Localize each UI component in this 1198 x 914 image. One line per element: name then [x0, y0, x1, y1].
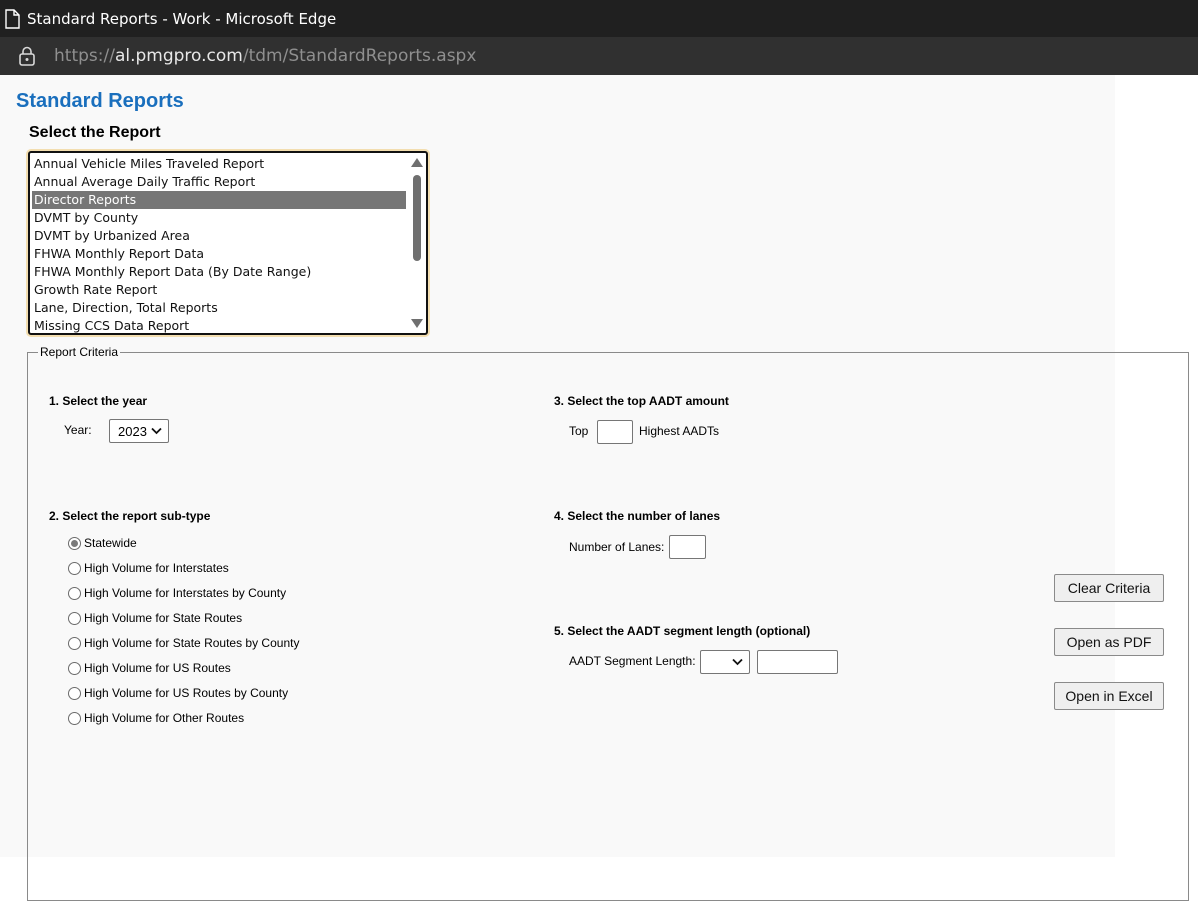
subtype-option-label: High Volume for Interstates by County — [84, 586, 287, 600]
lanes-label: Number of Lanes: — [569, 540, 665, 554]
segment-label: AADT Segment Length: — [569, 654, 696, 668]
top-aadt-prefix: Top — [569, 424, 589, 438]
address-bar[interactable]: https://al.pmgpro.com/tdm/StandardReport… — [0, 37, 1198, 75]
clear-criteria-button[interactable]: Clear Criteria — [1054, 574, 1164, 602]
scroll-down-arrow-icon[interactable] — [411, 319, 423, 328]
year-heading: 1. Select the year — [49, 394, 148, 408]
report-option[interactable]: Annual Average Daily Traffic Report — [32, 173, 406, 191]
lock-icon[interactable] — [18, 46, 36, 66]
page-title: Standard Reports — [16, 90, 184, 112]
subtype-option-label: High Volume for State Routes by County — [84, 636, 300, 650]
subtype-radio-us-routes-county[interactable]: High Volume for US Routes by County — [68, 686, 288, 700]
listbox-scrollbar[interactable] — [410, 155, 424, 331]
window-title: Standard Reports - Work - Microsoft Edge — [27, 9, 337, 28]
report-option[interactable]: DVMT by County — [32, 209, 406, 227]
report-criteria-legend: Report Criteria — [40, 345, 119, 359]
select-report-heading: Select the Report — [29, 124, 161, 141]
subtype-radio-interstates[interactable]: High Volume for Interstates — [68, 561, 229, 575]
subtype-radio-statewide[interactable]: Statewide — [68, 536, 137, 550]
top-aadt-input[interactable] — [597, 420, 633, 444]
report-option[interactable]: DVMT by Urbanized Area — [32, 227, 406, 245]
url-host: al.pmgpro.com — [114, 46, 243, 66]
top-aadt-suffix: Highest AADTs — [639, 424, 720, 438]
subtype-option-label: High Volume for US Routes by County — [84, 686, 289, 700]
lanes-input[interactable] — [669, 535, 706, 559]
url-scheme: https:// — [54, 46, 115, 66]
subtype-radio-state-routes[interactable]: High Volume for State Routes — [68, 611, 242, 625]
scroll-up-arrow-icon[interactable] — [411, 158, 423, 167]
subtype-radio-state-routes-county[interactable]: High Volume for State Routes by County — [68, 636, 299, 650]
subtype-radio-other-routes[interactable]: High Volume for Other Routes — [68, 711, 244, 725]
report-option[interactable]: FHWA Monthly Report Data — [32, 245, 406, 263]
report-option[interactable]: Annual Vehicle Miles Traveled Report — [32, 155, 406, 173]
subtype-radio-interstates-county[interactable]: High Volume for Interstates by County — [68, 586, 286, 600]
report-option[interactable]: Lane, Direction, Total Reports — [32, 299, 406, 317]
open-excel-button[interactable]: Open in Excel — [1054, 682, 1164, 710]
radio-button[interactable] — [68, 711, 81, 725]
segment-operator-select[interactable] — [700, 650, 750, 674]
page-content: Standard Reports Select the Report Annua… — [0, 75, 1198, 914]
page-icon — [4, 8, 20, 29]
chevron-down-icon — [151, 427, 162, 435]
radio-button-checked[interactable] — [68, 536, 81, 550]
top-aadt-heading: 3. Select the top AADT amount — [554, 394, 729, 408]
subtype-option-label: High Volume for Interstates — [84, 561, 229, 575]
url-path: /tdm/StandardReports.aspx — [242, 46, 477, 66]
open-pdf-button[interactable]: Open as PDF — [1054, 628, 1164, 656]
subtype-radio-us-routes[interactable]: High Volume for US Routes — [68, 661, 231, 675]
subtype-option-label: Statewide — [84, 536, 137, 550]
radio-button[interactable] — [68, 636, 81, 650]
radio-button[interactable] — [68, 586, 81, 600]
segment-length-input[interactable] — [757, 650, 838, 674]
report-option-selected[interactable]: Director Reports — [32, 191, 406, 209]
browser-title-bar: Standard Reports - Work - Microsoft Edge — [0, 0, 1198, 37]
lanes-heading: 4. Select the number of lanes — [554, 509, 721, 523]
subtype-option-label: High Volume for State Routes — [84, 611, 243, 625]
report-option[interactable]: Missing CCS Data Report — [32, 317, 406, 333]
report-option[interactable]: FHWA Monthly Report Data (By Date Range) — [32, 263, 406, 281]
report-listbox[interactable]: Annual Vehicle Miles Traveled Report Ann… — [28, 151, 428, 335]
radio-button[interactable] — [68, 661, 81, 675]
radio-button[interactable] — [68, 686, 81, 700]
year-select[interactable]: 2023 — [109, 419, 169, 443]
radio-button[interactable] — [68, 561, 81, 575]
radio-button[interactable] — [68, 611, 81, 625]
segment-heading: 5. Select the AADT segment length (optio… — [554, 624, 811, 638]
report-option[interactable]: Growth Rate Report — [32, 281, 406, 299]
subtype-option-label: High Volume for US Routes — [84, 661, 231, 675]
subtype-option-label: High Volume for Other Routes — [84, 711, 245, 725]
scrollbar-thumb[interactable] — [413, 175, 421, 261]
chevron-down-icon — [732, 658, 743, 666]
year-value: 2023 — [118, 423, 147, 439]
subtype-heading: 2. Select the report sub-type — [49, 509, 211, 523]
year-label: Year: — [64, 423, 92, 437]
